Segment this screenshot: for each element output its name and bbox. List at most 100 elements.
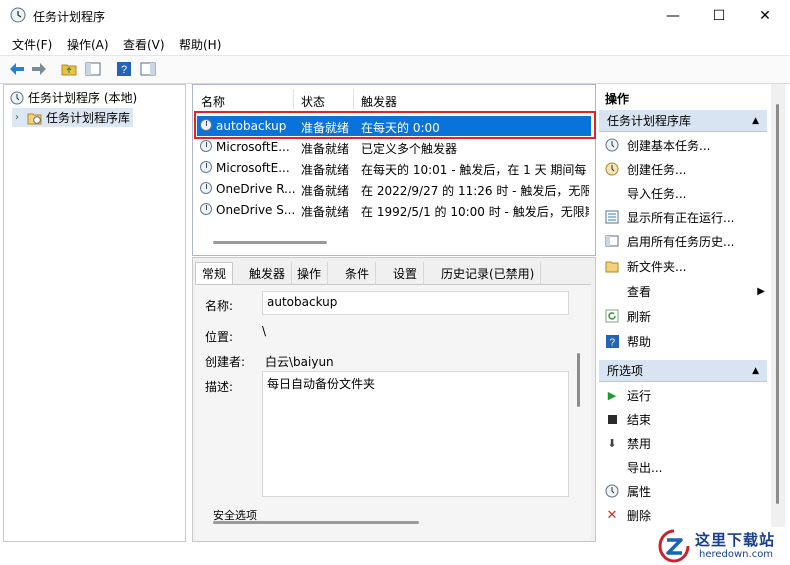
description-field[interactable]: 每日自动备份文件夹 [262, 371, 569, 497]
delete-icon: ✕ [606, 507, 618, 523]
minimize-button[interactable]: — [650, 0, 696, 32]
submenu-arrow-icon: ▶ [757, 285, 765, 297]
disable-icon: ⬇ [607, 436, 617, 450]
actions-pane-title: 操作 [605, 92, 630, 106]
task-trigger: 在 2022/9/27 的 11:26 时 - 触发后，无限期 [361, 184, 589, 198]
name-field[interactable]: autobackup [262, 291, 569, 315]
action-end[interactable]: 结束 [605, 408, 651, 430]
action-import-task[interactable]: 导入任务... [605, 182, 686, 204]
tab-general[interactable]: 常规 [195, 262, 234, 284]
close-button[interactable]: ✕ [742, 0, 788, 32]
task-row[interactable]: autobackup 准备就绪 在每天的 0:00 [197, 116, 591, 136]
action-help[interactable]: ? 帮助 [605, 330, 651, 352]
column-header-name[interactable]: 名称 [201, 93, 225, 110]
collapse-up-icon[interactable]: ▲ [752, 366, 759, 376]
task-list: 名称 状态 触发器 autobackup 准备就绪 在每天的 0:00 Micr… [192, 84, 596, 256]
column-header-status[interactable]: 状态 [301, 93, 325, 110]
action-create-basic-task[interactable]: 创建基本任务... [605, 134, 710, 156]
show-hide-action-pane-icon[interactable] [139, 60, 157, 78]
toolbar: ? [0, 55, 790, 84]
back-arrow-icon[interactable] [8, 60, 26, 78]
clock-app-icon [10, 7, 26, 23]
tab-history[interactable]: 历史记录(已禁用) [435, 262, 542, 284]
chevron-right-icon[interactable]: › [15, 112, 19, 123]
action-label: 导出... [627, 460, 663, 475]
action-label: 显示所有正在运行... [627, 210, 735, 225]
collapse-up-icon[interactable]: ▲ [752, 116, 759, 126]
horizontal-scrollbar[interactable] [213, 521, 419, 524]
action-label: 导入任务... [627, 186, 687, 201]
task-name: autobackup [216, 119, 287, 133]
action-refresh[interactable]: 刷新 [605, 305, 651, 327]
task-clock-icon [200, 203, 212, 215]
up-folder-icon[interactable] [60, 60, 78, 78]
show-hide-console-tree-icon[interactable] [84, 60, 102, 78]
action-label: 运行 [627, 388, 652, 403]
task-detail-pane: 常规 触发器 操作 条件 设置 历史记录(已禁用) 名称: autobackup… [192, 257, 596, 542]
clock-icon [10, 91, 24, 104]
task-clock-icon [200, 161, 212, 173]
task-row[interactable]: OneDrive R... 准备就绪 在 2022/9/27 的 11:26 时… [197, 179, 591, 199]
tab-conditions[interactable]: 条件 [339, 262, 377, 284]
task-trigger: 在每天的 10:01 - 触发后，在 1 天 期间每 [361, 163, 587, 177]
action-label: 新文件夹... [627, 259, 687, 274]
action-properties[interactable]: 属性 [605, 480, 651, 502]
history-icon [605, 234, 619, 248]
action-enable-history[interactable]: 启用所有任务历史... [605, 230, 734, 252]
action-label: 帮助 [627, 334, 652, 349]
vertical-scrollbar[interactable] [577, 353, 580, 407]
author-value: 白云\baiyun [265, 355, 334, 369]
run-icon: ▶ [607, 388, 617, 402]
column-header-trigger[interactable]: 触发器 [361, 93, 397, 110]
action-display-running[interactable]: 显示所有正在运行... [605, 206, 734, 228]
menu-view[interactable]: 查看(V) [123, 36, 165, 53]
menu-file[interactable]: 文件(F) [12, 36, 52, 53]
create-basic-task-icon [605, 138, 619, 152]
help-icon: ? [605, 334, 619, 348]
actions-pane: 操作 任务计划程序库 ▲ 创建基本任务... 创建任务... 导入任务... 显… [599, 84, 771, 540]
help-icon[interactable]: ? [115, 60, 133, 78]
task-status: 准备就绪 [301, 121, 350, 135]
horizontal-scrollbar[interactable] [213, 241, 327, 244]
refresh-icon [605, 309, 619, 323]
action-view[interactable]: 查看 ▶ [605, 280, 765, 302]
tab-triggers[interactable]: 触发器 [243, 262, 293, 284]
tab-settings[interactable]: 设置 [387, 262, 425, 284]
task-trigger: 在每天的 0:00 [361, 121, 440, 135]
action-create-task[interactable]: 创建任务... [605, 158, 686, 180]
action-new-folder[interactable]: 新文件夹... [605, 255, 686, 277]
section-header-library[interactable]: 任务计划程序库 ▲ [599, 110, 767, 132]
column-separator[interactable] [353, 89, 354, 109]
watermark-name: 这里下载站 [695, 531, 776, 549]
author-label: 创建者: [205, 355, 246, 369]
properties-icon [605, 484, 619, 498]
tree-library-label: 任务计划程序库 [46, 111, 131, 125]
forward-arrow-icon[interactable] [30, 60, 48, 78]
actions-scrollbar[interactable] [771, 84, 785, 540]
action-delete[interactable]: ✕ 删除 [605, 504, 651, 526]
task-row[interactable]: MicrosoftE... 准备就绪 在每天的 10:01 - 触发后，在 1 … [197, 158, 591, 178]
task-trigger: 已定义多个触发器 [361, 142, 458, 156]
action-run[interactable]: ▶ 运行 [605, 384, 651, 406]
task-row[interactable]: MicrosoftE... 准备就绪 已定义多个触发器 [197, 137, 591, 157]
action-label: 禁用 [627, 436, 652, 451]
tree-item-library[interactable]: › 任务计划程序库 [12, 108, 134, 127]
task-trigger: 在 1992/5/1 的 10:00 时 - 触发后，无限期 [361, 205, 589, 219]
menu-action[interactable]: 操作(A) [67, 36, 109, 53]
tree-root-label: 任务计划程序 (本地) [28, 91, 138, 105]
window-title: 任务计划程序 [33, 10, 106, 24]
action-disable[interactable]: ⬇ 禁用 [605, 432, 651, 454]
tree-item-root[interactable]: 任务计划程序 (本地) [10, 89, 137, 106]
tab-actions[interactable]: 操作 [291, 262, 329, 284]
column-separator[interactable] [293, 89, 294, 109]
section-header-selected[interactable]: 所选项 ▲ [599, 360, 767, 382]
task-status: 准备就绪 [301, 184, 350, 198]
title-bar: 任务计划程序 — ☐ ✕ [0, 0, 790, 32]
maximize-button[interactable]: ☐ [696, 0, 742, 32]
task-row[interactable]: OneDrive S... 准备就绪 在 1992/5/1 的 10:00 时 … [197, 200, 591, 220]
scrollbar-thumb[interactable] [776, 104, 779, 504]
watermark-logo-icon [658, 529, 690, 563]
action-export[interactable]: 导出... [605, 456, 662, 478]
menu-help[interactable]: 帮助(H) [179, 36, 221, 53]
running-tasks-icon [605, 210, 619, 224]
